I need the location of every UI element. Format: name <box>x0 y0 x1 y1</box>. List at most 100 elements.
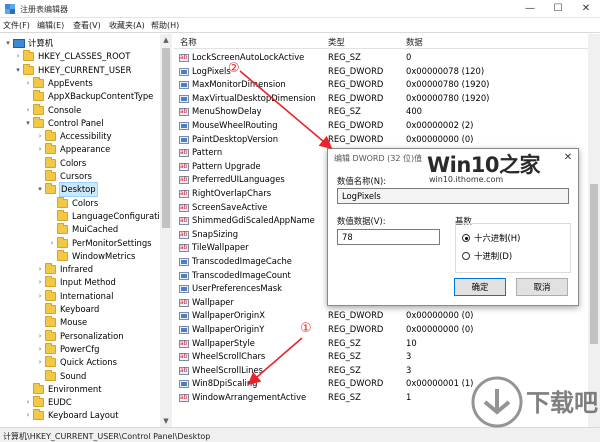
tree-item[interactable]: › Infrared <box>0 263 160 276</box>
tree-item[interactable]: Keyboard <box>0 303 160 316</box>
menu-help[interactable]: 帮助(H) <box>151 20 179 31</box>
tree-item[interactable]: › Personalization <box>0 329 160 343</box>
collapsed-chevron-icon[interactable]: › <box>24 77 32 90</box>
value-row[interactable]: MaxVirtualDesktopDimension REG_DWORD 0x000… <box>174 92 588 106</box>
radio-hex-indicator[interactable] <box>462 234 470 242</box>
tree-item[interactable]: › Appearance <box>0 143 160 156</box>
value-row[interactable]: MouseWheelRouting REG_DWORD 0x00000002 (2) <box>174 119 588 133</box>
tree-item[interactable]: › Console <box>0 103 160 117</box>
tree-item[interactable]: WindowMetrics <box>0 249 160 263</box>
collapsed-chevron-icon[interactable]: › <box>36 330 44 343</box>
tree-item[interactable]: Colors <box>0 196 160 210</box>
tree-item[interactable]: › PowerCfg <box>0 342 160 356</box>
menu-favorites[interactable]: 收藏夹(A) <box>109 20 145 31</box>
folder-icon <box>33 76 44 88</box>
tree-item[interactable]: Colors <box>0 156 160 170</box>
tree-item[interactable]: LanguageConfiguratio <box>0 209 165 223</box>
scroll-up-icon[interactable]: ▲ <box>160 34 172 46</box>
tree-item[interactable]: ▾ Desktop <box>0 182 160 198</box>
collapsed-chevron-icon[interactable]: › <box>24 104 32 117</box>
value-row[interactable]: LockScreenAutoLockActive REG_SZ 0 <box>174 51 588 65</box>
binary-value-icon <box>179 67 189 76</box>
tree-item[interactable]: ▾ Control Panel <box>0 116 160 130</box>
ok-button[interactable]: 确定 <box>454 278 506 296</box>
value-name-label: 数值名称(N): <box>337 176 387 186</box>
close-button[interactable]: ✕ <box>572 0 600 18</box>
tree-item[interactable]: Cursors <box>0 170 160 183</box>
tree-item[interactable]: › Accessibility <box>0 130 160 143</box>
tree-item-label: Environment <box>48 383 102 394</box>
tree-item[interactable]: › Quick Actions <box>0 356 160 369</box>
tree-item[interactable]: › AppEvents <box>0 76 160 90</box>
tree-item[interactable]: Sound <box>0 369 160 383</box>
tree-scrollbar[interactable]: ▲ ▼ <box>160 34 172 427</box>
radio-dec-indicator[interactable] <box>462 252 470 260</box>
collapsed-chevron-icon[interactable]: › <box>36 263 44 276</box>
tree-item[interactable]: › International <box>0 289 160 303</box>
no-expander <box>36 170 44 183</box>
binary-value-icon <box>179 380 189 389</box>
tree-item[interactable]: › Input Method <box>0 276 160 289</box>
maximize-button[interactable]: ☐ <box>544 0 572 18</box>
collapsed-chevron-icon[interactable]: › <box>48 237 56 250</box>
collapsed-chevron-icon[interactable]: › <box>36 343 44 356</box>
string-value-icon <box>179 51 189 65</box>
list-scrollbar-thumb[interactable] <box>590 184 598 344</box>
folder-icon <box>45 316 56 328</box>
value-data: 3 <box>406 364 412 375</box>
value-name: PreferredUILanguages <box>192 174 285 185</box>
collapsed-chevron-icon[interactable]: › <box>36 130 44 143</box>
expanded-chevron-icon[interactable]: ▾ <box>4 37 12 50</box>
tree-item[interactable]: ▾ HKEY_CURRENT_USER <box>0 63 160 77</box>
minimize-button[interactable]: — <box>516 0 544 18</box>
list-scrollbar[interactable] <box>588 34 600 427</box>
tree-item-label: Appearance <box>60 144 111 155</box>
value-row[interactable]: MaxMonitorDimension REG_DWORD 0x00000780 (… <box>174 78 588 92</box>
tree-item[interactable]: Mouse <box>0 316 160 329</box>
tree-item[interactable]: › Keyboard Layout <box>0 409 160 422</box>
expanded-chevron-icon[interactable]: ▾ <box>36 183 44 196</box>
key-tree[interactable]: ▾ 计算机 › HKEY_CLASSES_ROOT ▾ HKEY_CURRENT_USER… <box>0 34 172 427</box>
tree-item[interactable]: ▾ 计算机 <box>0 37 160 50</box>
collapsed-chevron-icon[interactable]: › <box>24 396 32 409</box>
tree-item[interactable]: AppXBackupContentType <box>0 90 160 103</box>
base-radio-group: 十六进制(H) 十进制(D) <box>455 223 571 273</box>
collapsed-chevron-icon[interactable]: › <box>36 290 44 303</box>
collapsed-chevron-icon[interactable]: › <box>14 50 22 63</box>
string-value-icon <box>179 201 189 214</box>
value-row[interactable]: WallpaperStyle REG_SZ 10 <box>174 337 588 350</box>
column-type[interactable]: 类型 <box>328 36 345 48</box>
value-row[interactable]: WheelScrollChars REG_SZ 3 <box>174 350 588 364</box>
value-name: LockScreenAutoLockActive <box>192 52 305 62</box>
column-name[interactable]: 名称 <box>180 36 197 48</box>
menu-edit[interactable]: 编辑(E) <box>37 20 64 31</box>
scroll-down-icon[interactable]: ▼ <box>160 415 172 427</box>
menu-view[interactable]: 查看(V) <box>73 20 101 31</box>
value-row[interactable]: LogPixels REG_DWORD 0x00000078 (120) <box>174 65 588 79</box>
value-row[interactable]: WallpaperOriginY REG_DWORD 0x00000000 (0) <box>174 323 588 337</box>
tree-item[interactable]: › PerMonitorSettings <box>0 236 160 250</box>
string-value-icon <box>179 160 189 173</box>
value-name-field[interactable] <box>337 188 569 204</box>
cancel-button[interactable]: 取消 <box>516 278 568 296</box>
menu-file[interactable]: 文件(F) <box>3 20 30 31</box>
string-value-icon <box>179 364 189 377</box>
tree-item[interactable]: › EUDC <box>0 396 160 409</box>
collapsed-chevron-icon[interactable]: › <box>36 143 44 156</box>
expanded-chevron-icon[interactable]: ▾ <box>24 117 32 130</box>
no-expander <box>36 370 44 383</box>
value-row[interactable]: MenuShowDelay REG_SZ 400 <box>174 105 588 119</box>
tree-item[interactable]: MuiCached <box>0 223 160 236</box>
value-data-field[interactable] <box>337 229 440 245</box>
collapsed-chevron-icon[interactable]: › <box>24 409 32 422</box>
column-data[interactable]: 数据 <box>406 36 423 48</box>
value-row[interactable]: PaintDesktopVersion REG_DWORD 0x00000000 (… <box>174 133 588 147</box>
tree-scrollbar-thumb[interactable] <box>162 48 170 228</box>
collapsed-chevron-icon[interactable]: › <box>36 356 44 369</box>
tree-item[interactable]: › HKEY_CLASSES_ROOT <box>0 50 160 63</box>
collapsed-chevron-icon[interactable]: › <box>36 276 44 289</box>
expanded-chevron-icon[interactable]: ▾ <box>14 64 22 77</box>
tree-item[interactable]: Environment <box>0 382 160 396</box>
value-data: 0x00000001 (1) <box>406 378 474 389</box>
value-row[interactable]: WallpaperOriginX REG_DWORD 0x00000000 (0) <box>174 309 588 323</box>
